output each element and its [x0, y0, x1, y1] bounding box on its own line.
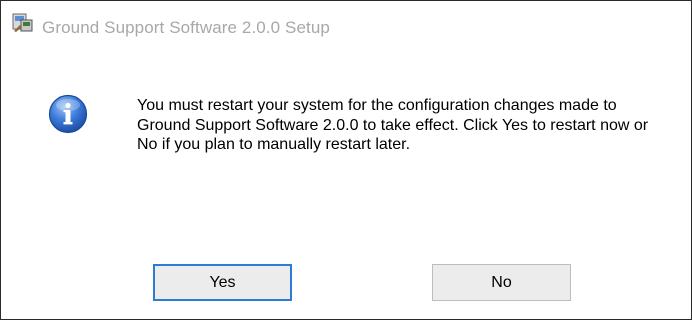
- window-title: Ground Support Software 2.0.0 Setup: [42, 18, 330, 37]
- installer-icon: [12, 11, 34, 33]
- no-button[interactable]: No: [432, 264, 571, 301]
- no-button-label: No: [491, 273, 512, 291]
- setup-dialog: Ground Support Software 2.0.0 Setup You …: [0, 0, 692, 320]
- yes-button-label: Yes: [209, 273, 236, 291]
- yes-button[interactable]: Yes: [153, 264, 292, 301]
- title-bar: Ground Support Software 2.0.0 Setup: [1, 1, 691, 37]
- dialog-content: You must restart your system for the con…: [1, 61, 691, 261]
- info-icon: [48, 94, 88, 134]
- dialog-message: You must restart your system for the con…: [137, 97, 649, 153]
